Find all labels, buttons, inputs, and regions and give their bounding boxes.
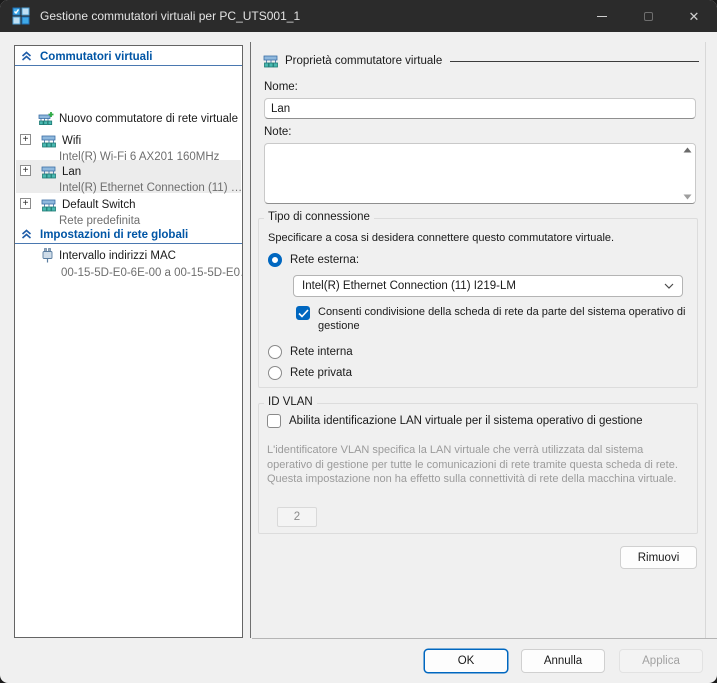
section-global-network-settings[interactable]: Impostazioni di rete globali [15, 226, 242, 244]
chevron-down-icon [664, 283, 674, 289]
sidebar-item-mac-range-detail: 00-15-5D-E0-6E-00 a 00-15-5D-E0… [15, 264, 242, 281]
apply-button: Applica [619, 649, 703, 673]
connection-type-group-label: Tipo di connessione [264, 211, 374, 223]
notes-label: Note: [264, 126, 292, 138]
chevron-double-up-icon [21, 229, 32, 240]
sidebar-item-label: Default Switch [62, 199, 136, 211]
close-icon: ✕ [689, 10, 700, 23]
expander-icon[interactable]: + [20, 198, 31, 209]
header-rule [450, 61, 699, 62]
minimize-icon [597, 16, 607, 17]
internal-network-label: Rete interna [290, 346, 353, 358]
connection-instruction: Specificare a cosa si desidera connetter… [268, 232, 614, 244]
virtual-switch-icon [41, 198, 57, 212]
switch-properties-panel: Proprietà commutatore virtuale Nome: Not… [252, 42, 705, 638]
adapter-select[interactable]: Intel(R) Ethernet Connection (11) I219-L… [293, 275, 683, 297]
ok-button[interactable]: OK [424, 649, 508, 673]
external-network-label: Rete esterna: [290, 254, 359, 266]
virtual-switch-icon [41, 134, 57, 148]
caption-buttons: ✕ [579, 0, 717, 32]
properties-header-label: Proprietà commutatore virtuale [285, 55, 442, 67]
properties-header: Proprietà commutatore virtuale [263, 54, 699, 68]
sidebar-item-label: Lan [62, 166, 81, 178]
section-label: Impostazioni di rete globali [40, 229, 188, 241]
switch-list: Commutatori virtuali Nuovo commutatore d… [14, 45, 243, 638]
scroll-down-icon[interactable] [683, 194, 692, 200]
notes-scrollbar[interactable] [680, 144, 695, 203]
remove-button[interactable]: Rimuovi [620, 546, 697, 569]
sidebar-item-label: Nuovo commutatore di rete virtuale [59, 113, 238, 125]
vlan-description: L'identificatore VLAN specifica la LAN v… [267, 443, 691, 487]
mac-address-icon [42, 248, 53, 263]
minimize-button[interactable] [579, 0, 625, 32]
window-title: Gestione commutatori virtuali per PC_UTS… [40, 9, 300, 23]
sidebar-item-label: Intervallo indirizzi MAC [59, 250, 176, 262]
title-bar: Gestione commutatori virtuali per PC_UTS… [0, 0, 717, 32]
panel-bottom-divider [252, 638, 717, 639]
scrollbar-gutter [705, 42, 706, 638]
hyperv-manager-icon [12, 7, 30, 25]
name-label: Nome: [264, 81, 298, 93]
sidebar-item-label: Wifi [62, 135, 81, 147]
vlan-id-group-label: ID VLAN [264, 396, 317, 408]
external-network-radio[interactable] [268, 253, 282, 267]
scroll-up-icon[interactable] [683, 147, 692, 153]
enable-vlan-checkbox[interactable] [267, 414, 281, 428]
private-network-radio[interactable] [268, 366, 282, 380]
share-adapter-checkbox[interactable] [296, 306, 310, 320]
chevron-double-up-icon [21, 51, 32, 62]
check-icon [298, 309, 309, 318]
maximize-icon [644, 12, 653, 21]
section-label: Commutatori virtuali [40, 51, 152, 63]
pane-divider [250, 42, 251, 638]
expander-icon[interactable]: + [20, 134, 31, 145]
private-network-label: Rete privata [290, 367, 352, 379]
expander-icon[interactable]: + [20, 165, 31, 176]
sidebar-item-default-switch[interactable]: + Default Switch [15, 196, 242, 213]
enable-vlan-label: Abilita identificazione LAN virtuale per… [289, 415, 643, 427]
share-adapter-label: Consenti condivisione della scheda di re… [318, 305, 690, 333]
new-virtual-switch-icon [38, 112, 54, 126]
sidebar-item-wifi[interactable]: + Wifi [15, 132, 242, 149]
section-virtual-switches[interactable]: Commutatori virtuali [15, 48, 242, 66]
virtual-switch-icon [263, 54, 279, 68]
notes-field [264, 143, 696, 204]
notes-textarea[interactable] [265, 144, 679, 203]
sidebar-item-mac-range[interactable]: Intervallo indirizzi MAC [15, 247, 242, 264]
cancel-button[interactable]: Annulla [521, 649, 605, 673]
internal-network-radio[interactable] [268, 345, 282, 359]
virtual-switch-icon [41, 165, 57, 179]
adapter-select-value: Intel(R) Ethernet Connection (11) I219-L… [302, 280, 664, 292]
maximize-button [625, 0, 671, 32]
virtual-switch-manager-window: Gestione commutatori virtuali per PC_UTS… [0, 0, 717, 683]
sidebar-item-lan[interactable]: + Lan [15, 163, 242, 180]
name-input[interactable] [264, 98, 696, 119]
close-button[interactable]: ✕ [671, 0, 717, 32]
vlan-id-input [277, 507, 317, 527]
sidebar-item-lan-detail: Intel(R) Ethernet Connection (11) … [15, 179, 242, 196]
sidebar-item-new-switch[interactable]: Nuovo commutatore di rete virtuale [15, 110, 242, 127]
